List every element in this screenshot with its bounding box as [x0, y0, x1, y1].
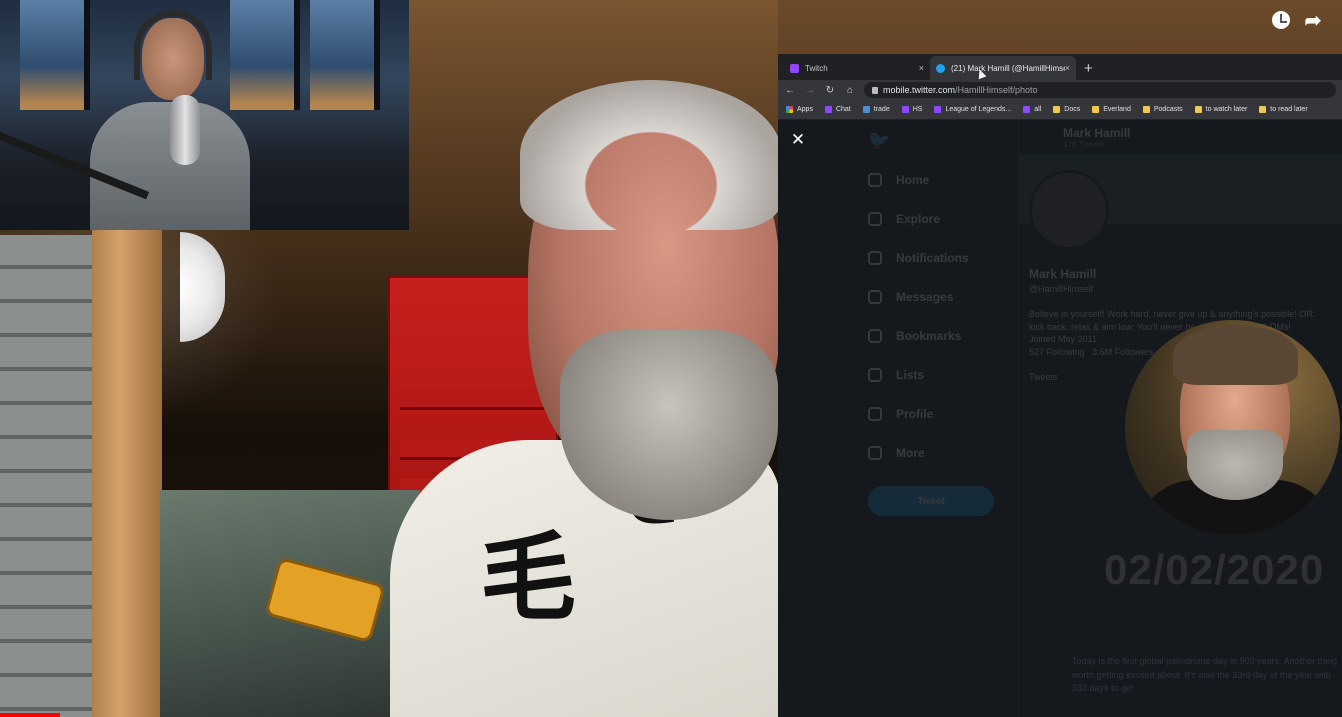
home-icon[interactable]: ⌂: [844, 85, 856, 96]
bookmark-trade[interactable]: trade: [862, 106, 890, 113]
wooden-post: [92, 230, 162, 717]
tab-close-icon[interactable]: ×: [1065, 63, 1070, 73]
person-beard: [560, 330, 778, 520]
twitch-icon: [790, 63, 799, 73]
bookmark-chat[interactable]: Chat: [824, 106, 851, 113]
folder-icon: [1142, 106, 1150, 113]
folder-icon: [1194, 106, 1202, 113]
twitch-icon: [824, 106, 832, 113]
apps-grid-icon: [786, 106, 793, 113]
person-hair: [520, 80, 778, 230]
lock-icon: [872, 86, 878, 94]
new-tab-button[interactable]: +: [1084, 58, 1093, 80]
bookmark-icon: [862, 106, 870, 113]
twitch-icon: [934, 106, 942, 113]
tab-title: (21) Mark Hamill (@HamillHimself: [951, 63, 1065, 73]
bookmark-podcasts[interactable]: Podcasts: [1142, 106, 1183, 113]
folder-icon: [1092, 106, 1100, 113]
parts-drawer-cabinet: [0, 235, 95, 717]
bookmark-all[interactable]: all: [1023, 106, 1041, 113]
video-progress-bar[interactable]: [0, 713, 60, 717]
twitch-icon: [901, 106, 909, 113]
folder-icon: [1053, 106, 1061, 113]
back-arrow-icon[interactable]: ←: [784, 85, 796, 96]
bookmark-everland[interactable]: Everland: [1092, 106, 1131, 113]
bookmark-league[interactable]: League of Legends...: [934, 106, 1011, 113]
tweet-text: Today is the first global palindrome day…: [1072, 656, 1338, 693]
twitter-icon: [936, 63, 945, 73]
forward-arrow-icon[interactable]: →: [804, 85, 816, 96]
tab-twitter[interactable]: (21) Mark Hamill (@HamillHimself ×: [930, 56, 1076, 80]
tab-twitch[interactable]: Twitch ×: [784, 56, 930, 80]
bookmark-hs[interactable]: HS: [901, 106, 922, 113]
bookmark-docs[interactable]: Docs: [1053, 106, 1080, 113]
twitch-icon: [1023, 106, 1031, 113]
share-arrow-icon[interactable]: ➦: [1302, 9, 1324, 32]
folder-icon: [1259, 106, 1267, 113]
tab-title: Twitch: [805, 63, 828, 73]
desk-lamp: [180, 232, 225, 342]
microphone: [170, 95, 200, 165]
headphones: [134, 10, 212, 80]
address-bar[interactable]: mobile.twitter.com/HamillHimself/photo: [864, 82, 1336, 98]
watch-later-clock-icon[interactable]: [1270, 9, 1292, 31]
tab-strip: Twitch × (21) Mark Hamill (@HamillHimsel…: [778, 54, 1342, 80]
tab-close-icon[interactable]: ×: [919, 63, 924, 73]
browser-toolbar: ← → ↻ ⌂ mobile.twitter.com/HamillHimself…: [778, 80, 1342, 100]
bookmark-apps[interactable]: Apps: [786, 106, 813, 113]
bookmark-watch-later[interactable]: to watch later: [1194, 106, 1247, 113]
bookmarks-bar: Apps Chat trade HS League of Legends... …: [778, 100, 1342, 120]
url-domain: mobile.twitter.com: [883, 85, 956, 95]
webcam-overlay: [0, 0, 409, 230]
reload-icon[interactable]: ↻: [824, 85, 836, 96]
mark-hamill-photo: [1125, 320, 1340, 535]
close-icon[interactable]: ✕: [790, 131, 806, 148]
url-path: /HamillHimself/photo: [955, 85, 1038, 95]
date-stamp: 02/02/2020: [1104, 546, 1325, 593]
bookmark-read-later[interactable]: to read later: [1259, 106, 1308, 113]
